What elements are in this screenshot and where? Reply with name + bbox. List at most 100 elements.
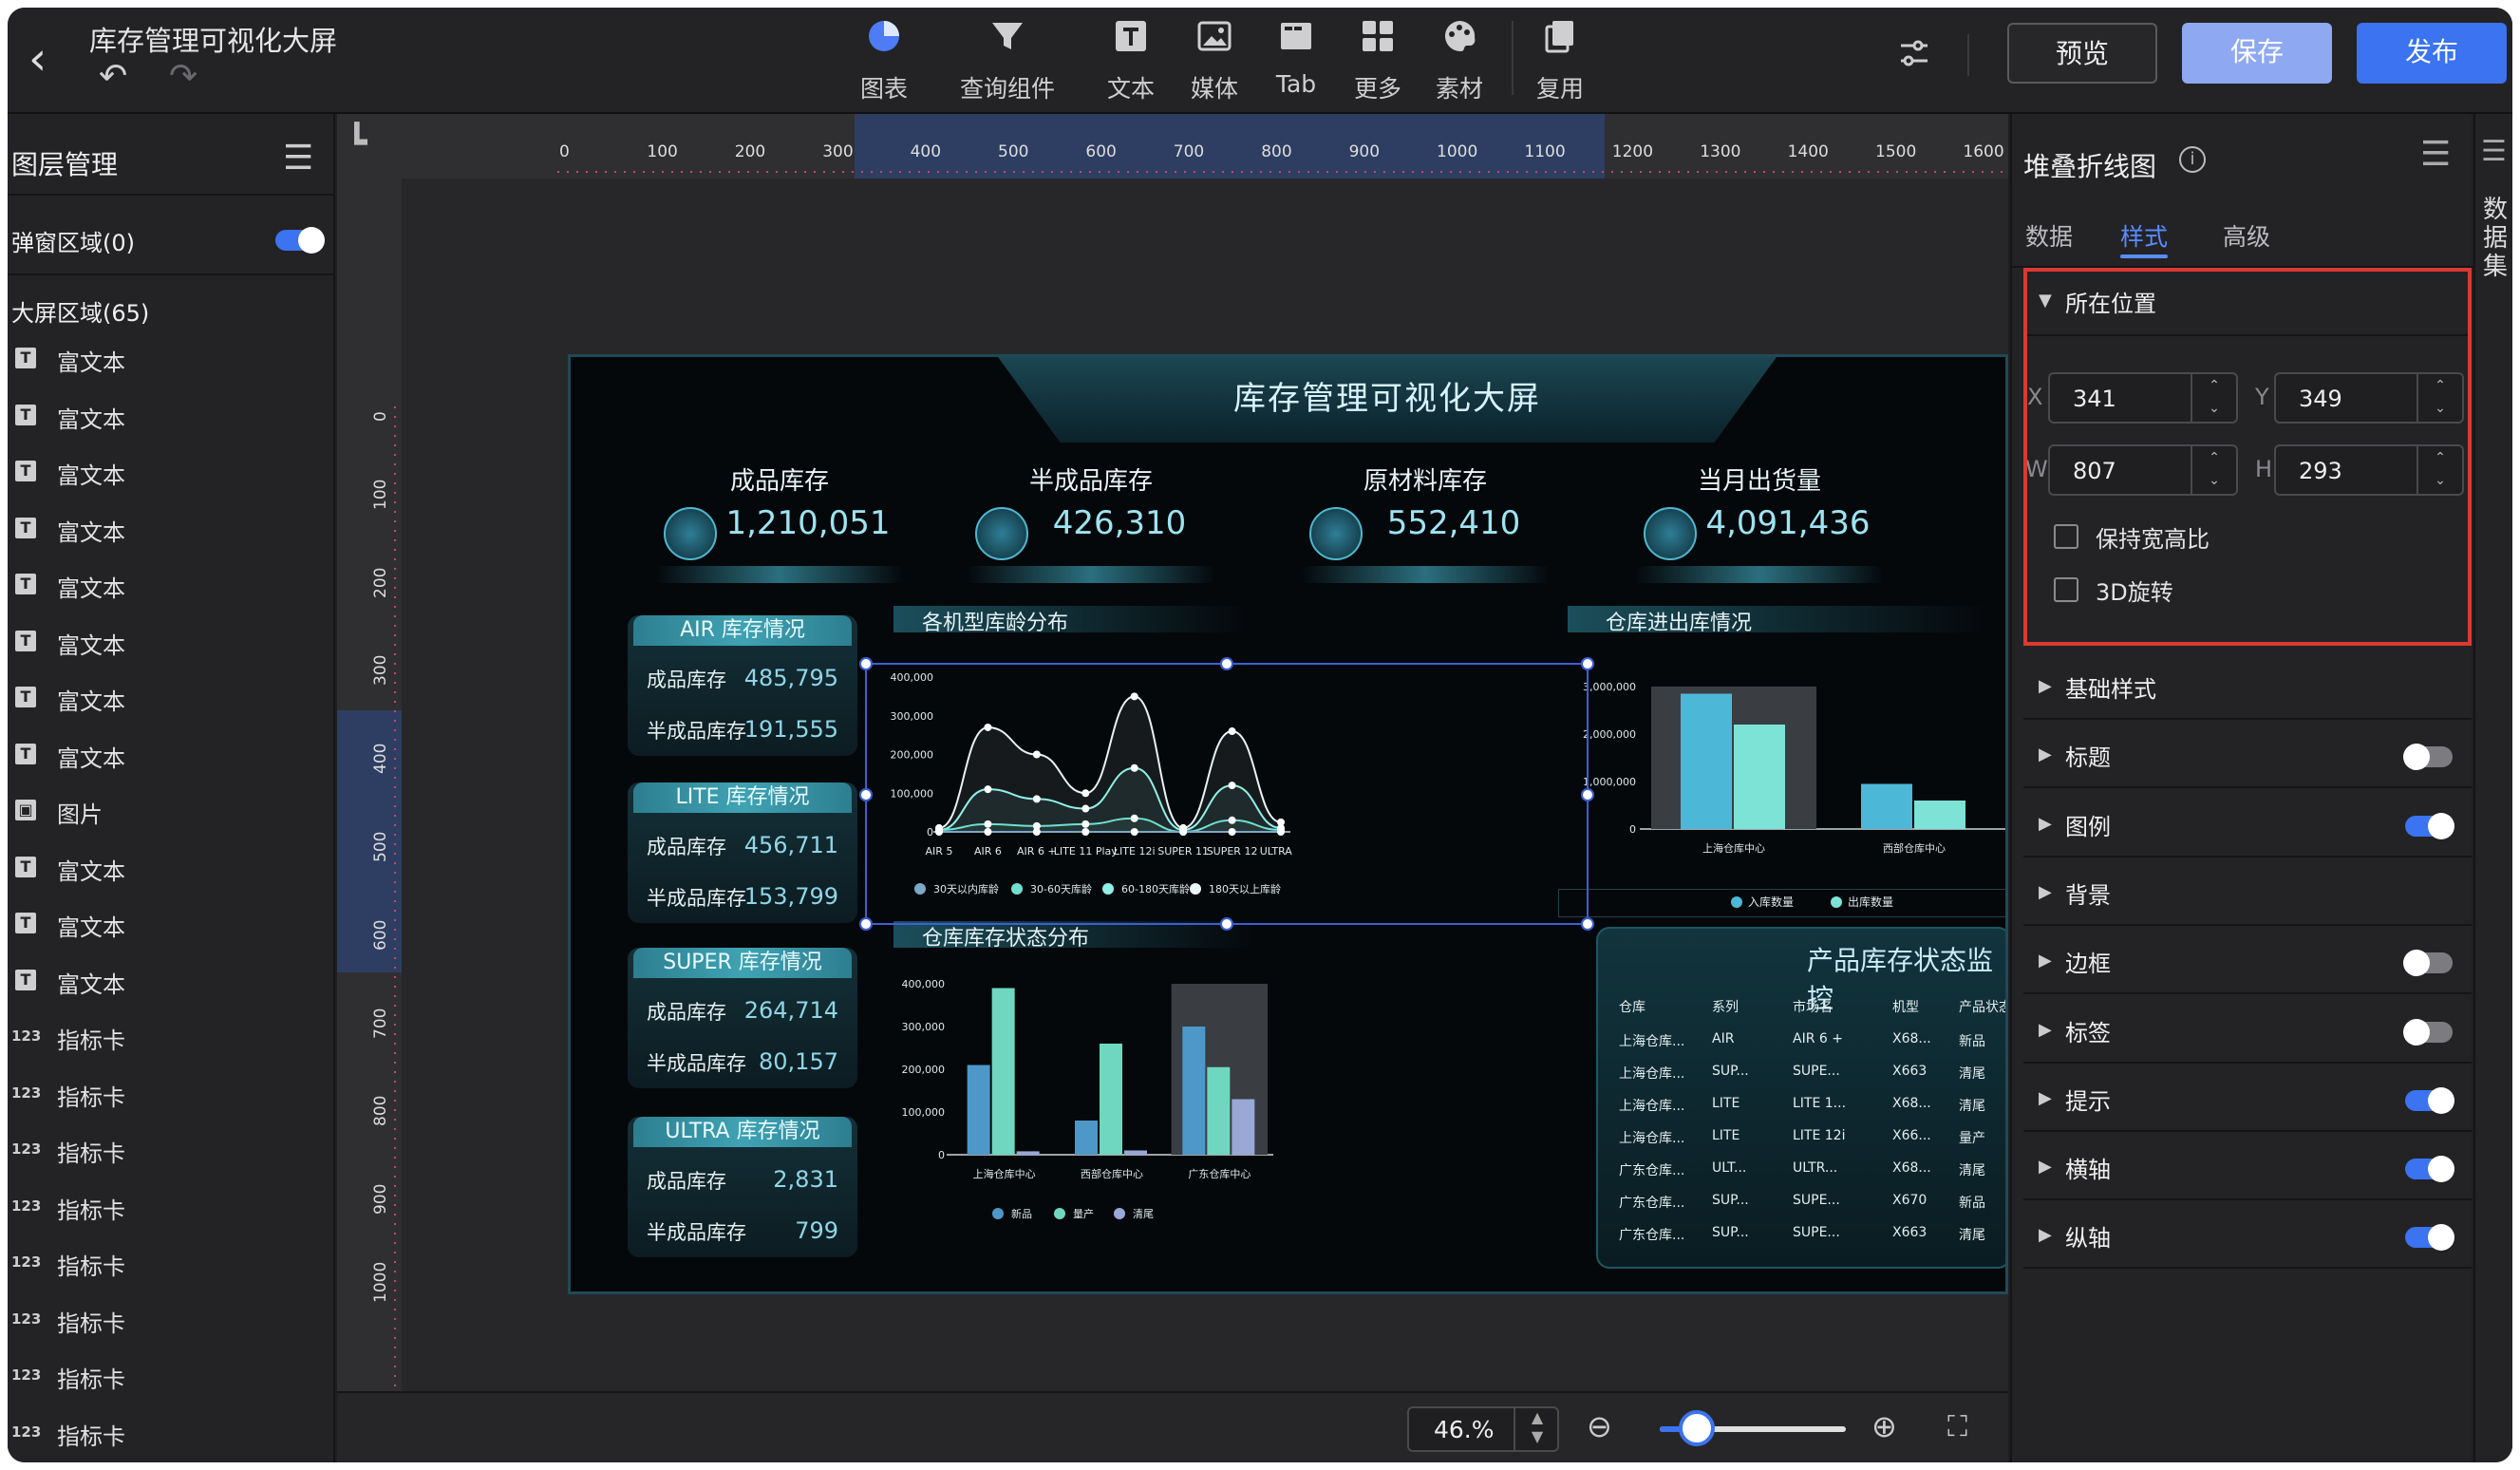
menu-icon[interactable]: ☰	[2481, 135, 2507, 168]
tool-reuse[interactable]: 复用	[1508, 17, 1612, 104]
ruler-icon[interactable]: ┗	[347, 123, 367, 162]
series-card[interactable]: LITE 库存情况 成品库存 456,711 半成品库存 153,799	[628, 782, 857, 923]
table-row[interactable]: 广东仓库... ULT... ULTR... X68... 清尾	[1608, 1157, 2005, 1189]
bar[interactable]	[1207, 1066, 1231, 1155]
layer-item[interactable]: T 富文本	[8, 334, 335, 382]
menu-icon[interactable]: ☰	[283, 139, 313, 178]
table-row[interactable]: 上海仓库... LITE LITE 1... X68... 清尾	[1608, 1092, 2005, 1124]
dashboard-screen[interactable]: 库存管理可视化大屏 成品库存 1,210,051 半成品库存 426,310 原…	[568, 354, 2008, 1294]
bar[interactable]	[1100, 1044, 1122, 1155]
info-icon[interactable]: i	[2179, 146, 2206, 173]
section-4[interactable]: ▶ 边框	[2023, 928, 2472, 995]
legend-label[interactable]: 新品	[1011, 1207, 1032, 1220]
resize-handle[interactable]	[1581, 788, 1594, 801]
section-toggle[interactable]	[2403, 1018, 2453, 1046]
resize-handle[interactable]	[1581, 657, 1594, 670]
layer-item[interactable]: T 富文本	[8, 617, 335, 665]
layer-item[interactable]: 123 指标卡	[8, 1182, 335, 1230]
io-bar-chart[interactable]: 0 1,000,000 2,000,000 3,000,000 上海仓库中心 西部仓库中心	[1568, 675, 2008, 865]
section-toggle[interactable]	[2405, 1224, 2454, 1252]
bar[interactable]	[1182, 1027, 1206, 1155]
resize-handle[interactable]	[1220, 657, 1233, 670]
bar[interactable]	[1016, 1151, 1040, 1155]
resize-handle[interactable]	[859, 788, 873, 801]
series-card[interactable]: AIR 库存情况 成品库存 485,795 半成品库存 191,555	[628, 615, 857, 756]
series-card[interactable]: ULTRA 库存情况 成品库存 2,831 半成品库存 799	[628, 1117, 857, 1257]
layer-item[interactable]: T 富文本	[8, 560, 335, 608]
layer-item[interactable]: 123 指标卡	[8, 1238, 335, 1286]
kpi-finished[interactable]: 成品库存 1,210,051	[647, 462, 912, 583]
resize-handle[interactable]	[859, 917, 873, 931]
layer-item[interactable]: 123 指标卡	[8, 1012, 335, 1060]
section-toggle[interactable]	[2403, 744, 2453, 771]
resize-handle[interactable]	[1220, 917, 1233, 931]
bar[interactable]	[967, 1065, 990, 1156]
layer-item[interactable]: T 富文本	[8, 730, 335, 778]
layer-item[interactable]: T 富文本	[8, 956, 335, 1004]
preview-button[interactable]: 预览	[2007, 23, 2157, 84]
legend-label[interactable]: 量产	[1073, 1207, 1094, 1220]
tool-chart[interactable]: 图表	[832, 17, 936, 104]
bar[interactable]	[991, 988, 1015, 1156]
section-1[interactable]: ▶ 标题	[2023, 722, 2472, 789]
section-5[interactable]: ▶ 标签	[2023, 997, 2472, 1064]
layer-item[interactable]: T 富文本	[8, 843, 335, 891]
status-table[interactable]: 产品库存状态监控 仓库 系列 市场名 机型 产品状态 上海仓库... AIR AIR 6 + X…	[1596, 927, 2005, 1269]
settings-sliders-icon[interactable]	[1897, 36, 1931, 79]
layer-item[interactable]: T 富文本	[8, 391, 335, 439]
fit-screen-icon[interactable]: ⛶	[1947, 1410, 1967, 1443]
dataset-label[interactable]: 数据集	[2483, 196, 2508, 281]
menu-icon[interactable]: ☰	[2420, 135, 2451, 174]
layer-item[interactable]: T 富文本	[8, 447, 335, 495]
status-bar-chart[interactable]: 0 100,000 200,000 300,000 400,000 上海仓库中心 西部仓库中…	[874, 965, 1292, 1240]
layer-item[interactable]: 123 指标卡	[8, 1408, 335, 1456]
section-toggle[interactable]	[2403, 950, 2453, 977]
layer-item[interactable]: T 富文本	[8, 899, 335, 947]
layer-item[interactable]: 123 指标卡	[8, 1125, 335, 1173]
zoom-slider-handle[interactable]	[1679, 1410, 1716, 1446]
bar[interactable]	[1075, 1121, 1098, 1155]
table-row[interactable]: 广东仓库... SUP... SUPE... X670 新品	[1608, 1189, 2005, 1221]
table-row[interactable]: 上海仓库... SUP... SUPE... X663 清尾	[1608, 1060, 2005, 1092]
layer-item[interactable]: 123 指标卡	[8, 1351, 335, 1399]
kpi-raw[interactable]: 原材料库存 552,410	[1292, 462, 1558, 583]
save-button[interactable]: 保存	[2182, 23, 2332, 84]
section-0[interactable]: ▶ 基础样式	[2023, 653, 2472, 720]
bar[interactable]	[1124, 1150, 1147, 1156]
legend-label[interactable]: 出库数量	[1848, 894, 1893, 910]
publish-button[interactable]: 发布	[2357, 23, 2507, 84]
kpi-semi[interactable]: 半成品库存 426,310	[958, 462, 1224, 583]
resize-handle[interactable]	[1581, 917, 1594, 931]
tool-query[interactable]: 查询组件	[955, 17, 1060, 104]
tab-data[interactable]: 数据	[2025, 218, 2073, 253]
kpi-shipment[interactable]: 当月出货量 4,091,436	[1627, 462, 1892, 583]
layer-item[interactable]: T 富文本	[8, 504, 335, 552]
section-toggle[interactable]	[2405, 1156, 2454, 1183]
series-card[interactable]: SUPER 库存情况 成品库存 264,714 半成品库存 80,157	[628, 948, 857, 1088]
legend-label[interactable]: 入库数量	[1748, 894, 1794, 910]
section-toggle[interactable]	[2405, 812, 2454, 839]
popup-area-toggle[interactable]	[275, 227, 325, 254]
table-row[interactable]: 广东仓库... SUP... SUPE... X663 清尾	[1608, 1221, 2005, 1253]
canvas-area[interactable]: 0 100 200 300 400 500 600 700 800 900 1000 1100 1200…	[337, 114, 2008, 1462]
zoom-input[interactable]: 46.% ▲ ▼	[1407, 1406, 1559, 1452]
section-8[interactable]: ▶ 纵轴	[2023, 1202, 2472, 1270]
legend-label[interactable]: 清尾	[1133, 1208, 1154, 1220]
section-toggle[interactable]	[2405, 1086, 2454, 1114]
bar[interactable]	[1232, 1099, 1255, 1156]
table-row[interactable]: 上海仓库... LITE LITE 12i X66... 量产	[1608, 1124, 2005, 1157]
bar[interactable]	[1734, 725, 1785, 829]
layer-item[interactable]: T 富文本	[8, 673, 335, 721]
section-2[interactable]: ▶ 图例	[2023, 791, 2472, 858]
tab-style[interactable]: 样式	[2120, 218, 2168, 253]
table-row[interactable]: 上海仓库... AIR AIR 6 + X68... 新品	[1608, 1027, 2005, 1060]
bar[interactable]	[1681, 693, 1732, 830]
section-7[interactable]: ▶ 横轴	[2023, 1134, 2472, 1201]
resize-handle[interactable]	[859, 657, 873, 670]
tab-advanced[interactable]: 高级	[2223, 218, 2270, 253]
redo-icon[interactable]: ↷	[169, 57, 197, 96]
selection-box[interactable]	[859, 657, 1594, 931]
layer-item[interactable]: 123 指标卡	[8, 1069, 335, 1117]
layer-item[interactable]: 123 指标卡	[8, 1295, 335, 1343]
undo-icon[interactable]: ↶	[99, 57, 127, 96]
